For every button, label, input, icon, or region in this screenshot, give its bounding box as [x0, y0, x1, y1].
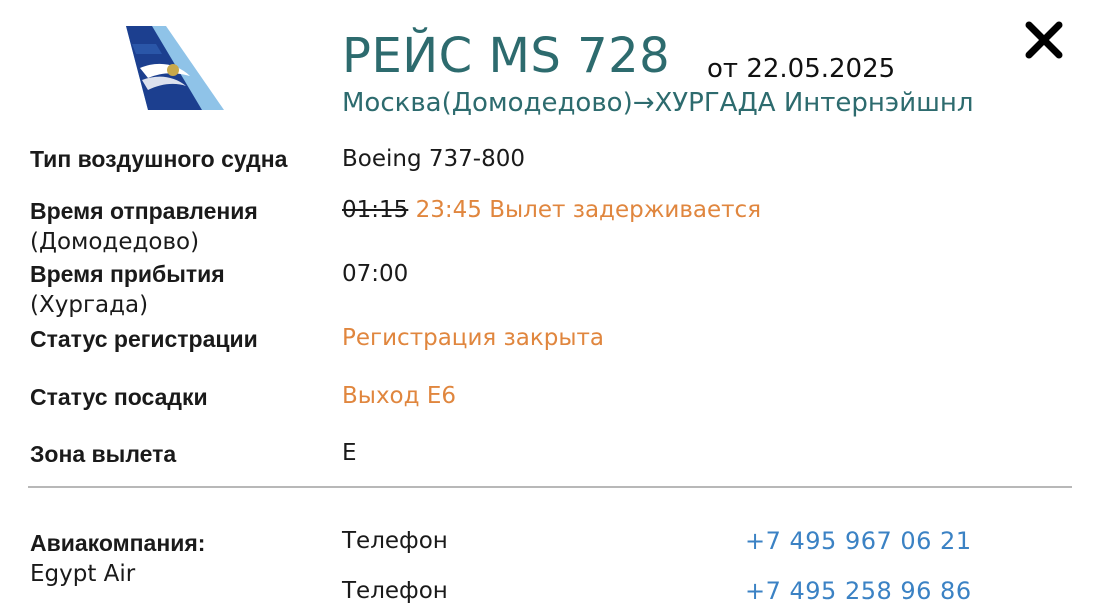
zone-value: E [342, 440, 357, 466]
close-icon[interactable] [1022, 18, 1066, 62]
departure-label: Время отправления [30, 198, 258, 224]
departure-status: Вылет задерживается [489, 197, 762, 223]
aircraft-value: Boeing 737-800 [342, 146, 525, 172]
flight-title: РЕЙС MS 728 [342, 28, 671, 84]
divider [28, 486, 1072, 488]
zone-label: Зона вылета [30, 441, 177, 467]
phone-label-1: Телефон [342, 528, 448, 554]
airline-label: Авиакомпания: [30, 530, 206, 556]
airline-logo [118, 24, 228, 114]
arrival-time: 07:00 [342, 261, 409, 287]
phone-link-2[interactable]: +7 495 258 96 86 [745, 577, 972, 605]
arrival-label: Время прибытия [30, 261, 225, 287]
phone-link-1[interactable]: +7 495 967 06 21 [745, 527, 972, 555]
checkin-status: Регистрация закрыта [342, 325, 605, 351]
flight-route: Москва(Домодедово)→ХУРГАДА Интернэйшнл [342, 88, 974, 118]
airline-name: Egypt Air [30, 561, 136, 587]
departure-airport: (Домодедово) [30, 229, 200, 255]
departure-new-time: 23:45 [415, 197, 482, 223]
departure-old-time: 01:15 [342, 197, 409, 223]
boarding-label: Статус посадки [30, 384, 208, 410]
aircraft-label: Тип воздушного судна [30, 146, 288, 172]
phone-label-2: Телефон [342, 578, 448, 604]
departure-value: 01:15 23:45 Вылет задерживается [342, 197, 761, 223]
boarding-status: Выход E6 [342, 383, 457, 409]
flight-date: от 22.05.2025 [707, 54, 896, 84]
checkin-label: Статус регистрации [30, 326, 258, 352]
arrival-airport: (Хургада) [30, 292, 149, 318]
